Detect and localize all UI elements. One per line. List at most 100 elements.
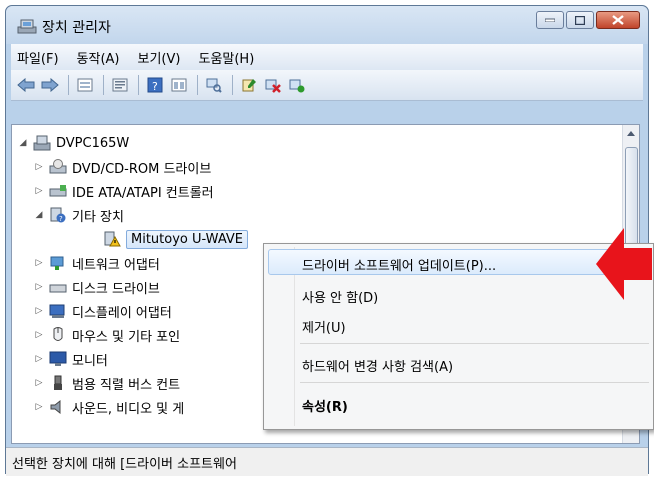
mouse-icon bbox=[53, 327, 63, 341]
minimize-icon bbox=[545, 18, 555, 22]
svg-text:?: ? bbox=[152, 80, 158, 93]
other-devices-icon: ? bbox=[50, 207, 66, 223]
properties-icon bbox=[112, 78, 128, 92]
tree-item-label: DVD/CD-ROM 드라이브 bbox=[72, 161, 212, 177]
disk-drive-icon bbox=[49, 284, 67, 293]
toolbar-separator bbox=[197, 75, 198, 95]
toolbar-separator bbox=[232, 75, 233, 95]
menu-separator bbox=[300, 343, 649, 344]
tree-item-display[interactable]: ▷ 디스플레이 어댑터 bbox=[34, 299, 172, 323]
tree-item-label: IDE ATA/ATAPI 컨트롤러 bbox=[72, 185, 214, 201]
view-button[interactable] bbox=[74, 74, 96, 96]
title-bar[interactable]: 장치 관리자 bbox=[6, 6, 648, 44]
enable-icon bbox=[289, 79, 305, 93]
toolbar-separator bbox=[103, 75, 104, 95]
monitor-icon bbox=[49, 351, 67, 366]
scan-button[interactable] bbox=[203, 74, 225, 96]
display-adapter-icon bbox=[49, 304, 65, 318]
tree-item-label: 사운드, 비디오 및 게 bbox=[72, 401, 185, 417]
minimize-button[interactable] bbox=[536, 11, 564, 29]
menu-file[interactable]: 파일(F) bbox=[17, 48, 59, 67]
sound-icon bbox=[50, 399, 61, 415]
menu-disable[interactable]: 사용 안 함(D) bbox=[302, 287, 378, 306]
tree-root[interactable]: ◢ DVPC165W bbox=[18, 131, 129, 155]
expand-icon[interactable]: ▷ bbox=[34, 306, 44, 316]
tree-root-label: DVPC165W bbox=[56, 135, 130, 151]
expand-icon[interactable]: ▷ bbox=[34, 258, 44, 268]
ide-controller-icon bbox=[49, 185, 67, 197]
help-icon: ? bbox=[147, 77, 163, 93]
expand-icon[interactable]: ▷ bbox=[34, 378, 44, 388]
close-button[interactable] bbox=[596, 11, 640, 29]
expand-icon[interactable]: ▷ bbox=[34, 162, 44, 172]
help-button[interactable]: ? bbox=[144, 74, 166, 96]
tree-item-label: 마우스 및 기타 포인 bbox=[72, 329, 181, 345]
scroll-up-icon[interactable] bbox=[627, 131, 635, 136]
maximize-button[interactable] bbox=[566, 11, 594, 29]
status-text: 선택한 장치에 대해 [드라이버 소프트웨어 bbox=[12, 456, 237, 472]
expand-icon[interactable]: ▷ bbox=[34, 282, 44, 292]
close-icon bbox=[612, 15, 624, 25]
network-adapter-icon bbox=[50, 256, 64, 270]
back-icon bbox=[17, 78, 35, 92]
forward-button[interactable] bbox=[39, 74, 61, 96]
dvd-drive-icon bbox=[49, 159, 67, 174]
collapse-icon[interactable]: ◢ bbox=[34, 210, 44, 220]
status-bar: 선택한 장치에 대해 [드라이버 소프트웨어 bbox=[6, 447, 648, 476]
toolbar: ? bbox=[11, 70, 643, 101]
unknown-device-warning-icon bbox=[104, 231, 121, 247]
menu-scan-hardware[interactable]: 하드웨어 변경 사항 검색(A) bbox=[302, 356, 453, 375]
view-icon bbox=[77, 78, 93, 92]
collapse-icon[interactable]: ◢ bbox=[18, 138, 28, 148]
tree-item-label: 범용 직렬 버스 컨트 bbox=[72, 377, 181, 393]
tree-item-label-selected: Mitutoyo U-WAVE bbox=[126, 229, 248, 249]
enable-button[interactable] bbox=[286, 74, 308, 96]
menu-action[interactable]: 동작(A) bbox=[77, 48, 120, 67]
forward-icon bbox=[41, 78, 59, 92]
tree-item-label: 모니터 bbox=[72, 353, 108, 369]
device-manager-icon bbox=[17, 19, 37, 34]
menu-bar: 파일(F) 동작(A) 보기(V) 도움말(H) bbox=[11, 44, 643, 70]
svg-text:?: ? bbox=[59, 215, 63, 223]
view2-button[interactable] bbox=[168, 74, 190, 96]
tree-item-disk[interactable]: ▷ 디스크 드라이브 bbox=[34, 275, 160, 299]
tree-item-dvd[interactable]: ▷ DVD/CD-ROM 드라이브 bbox=[34, 155, 211, 179]
toolbar-separator bbox=[68, 75, 69, 95]
menu-update-driver[interactable]: 드라이버 소프트웨어 업데이트(P)... bbox=[302, 255, 496, 274]
red-arrow-icon bbox=[596, 228, 652, 300]
tree-item-sound[interactable]: ▷ 사운드, 비디오 및 게 bbox=[34, 395, 184, 419]
tree-item-mouse[interactable]: ▷ 마우스 및 기타 포인 bbox=[34, 323, 180, 347]
window-title: 장치 관리자 bbox=[42, 20, 111, 36]
view2-icon bbox=[171, 78, 187, 92]
expand-icon[interactable]: ▷ bbox=[34, 330, 44, 340]
tree-item-ide[interactable]: ▷ IDE ATA/ATAPI 컨트롤러 bbox=[34, 179, 214, 203]
usb-icon bbox=[54, 375, 62, 390]
menu-uninstall[interactable]: 제거(U) bbox=[302, 317, 346, 336]
properties-button[interactable] bbox=[109, 74, 131, 96]
menu-view[interactable]: 보기(V) bbox=[138, 48, 181, 67]
tree-item-mitutoyo[interactable]: Mitutoyo U-WAVE bbox=[102, 227, 248, 251]
tree-item-monitor[interactable]: ▷ 모니터 bbox=[34, 347, 108, 371]
update-driver-icon bbox=[242, 79, 256, 92]
expand-icon[interactable]: ▷ bbox=[34, 186, 44, 196]
expand-icon[interactable]: ▷ bbox=[34, 354, 44, 364]
scan-icon bbox=[206, 78, 222, 93]
expand-icon[interactable]: ▷ bbox=[34, 402, 44, 412]
tree-item-other[interactable]: ◢ ? 기타 장치 bbox=[34, 203, 124, 227]
uninstall-button[interactable] bbox=[262, 74, 284, 96]
tree-item-usb[interactable]: ▷ 범용 직렬 버스 컨트 bbox=[34, 371, 180, 395]
tree-item-label: 디스플레이 어댑터 bbox=[72, 305, 172, 321]
uninstall-icon bbox=[265, 79, 281, 93]
update-driver-button[interactable] bbox=[238, 74, 260, 96]
maximize-icon bbox=[575, 15, 585, 25]
tree-item-label: 네트워크 어댑터 bbox=[72, 257, 160, 273]
menu-properties[interactable]: 속성(R) bbox=[302, 396, 348, 415]
tree-item-label: 기타 장치 bbox=[72, 209, 124, 225]
menu-separator bbox=[300, 382, 649, 383]
tree-item-network[interactable]: ▷ 네트워크 어댑터 bbox=[34, 251, 160, 275]
tree-item-label: 디스크 드라이브 bbox=[72, 281, 160, 297]
toolbar-separator bbox=[138, 75, 139, 95]
menu-help[interactable]: 도움말(H) bbox=[198, 48, 254, 67]
back-button[interactable] bbox=[15, 74, 37, 96]
computer-icon bbox=[33, 135, 51, 151]
